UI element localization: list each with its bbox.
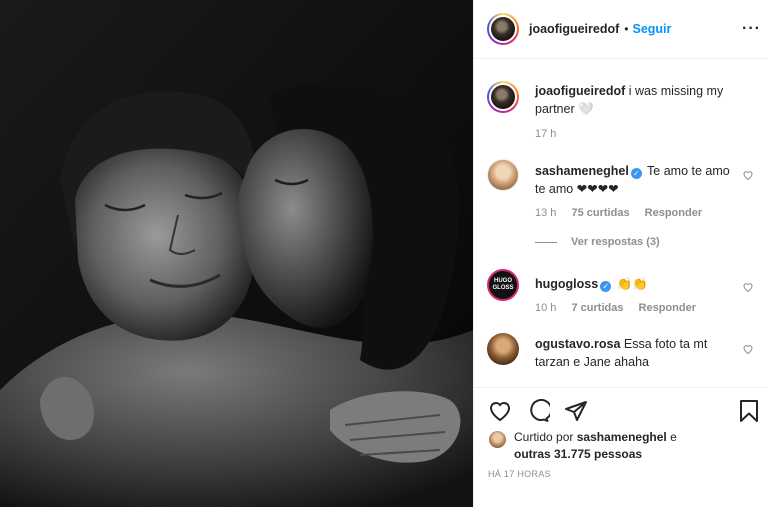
comment-time[interactable]: 10 h: [535, 302, 556, 314]
comment-body: hugogloss ✓ 👏👏: [535, 275, 739, 293]
commenter-avatar[interactable]: HUGO GLOSS: [487, 269, 519, 301]
likes-others[interactable]: outras 31.775 pessoas: [514, 447, 642, 461]
commenter-avatar[interactable]: [487, 159, 519, 191]
comments-list: joaofigueiredof i was missing my partner…: [474, 60, 768, 386]
comment-meta: 13 h 75 curtidas Responder: [535, 207, 714, 219]
comment-username[interactable]: hugogloss: [535, 277, 598, 291]
caption-meta: 17 h: [535, 128, 568, 140]
like-comment-heart-icon[interactable]: [742, 281, 754, 293]
separator-dot: •: [624, 22, 629, 36]
post-timestamp[interactable]: HÁ 17 HORAS: [488, 469, 551, 479]
post-side-panel: joaofigueiredof • Seguir ··· joaofigueir…: [473, 0, 768, 507]
replies-line: [535, 241, 557, 243]
post-image: [0, 0, 473, 507]
caption-avatar[interactable]: [487, 81, 519, 113]
verified-badge-icon: ✓: [630, 168, 642, 179]
commenter-avatar[interactable]: [487, 333, 519, 365]
caption-body: joaofigueiredof i was missing my partner…: [535, 82, 745, 118]
caption-time[interactable]: 17 h: [535, 128, 556, 140]
likes-text: Curtido por sashameneghel e outras 31.77…: [514, 429, 714, 463]
verified-badge-icon: ✓: [600, 281, 612, 292]
view-replies-button[interactable]: Ver respostas (3): [535, 236, 660, 248]
like-comment-heart-icon[interactable]: [742, 343, 754, 355]
comment-text: 👏👏: [616, 277, 648, 291]
reply-button[interactable]: Responder: [645, 207, 702, 219]
more-options-icon[interactable]: ···: [742, 20, 761, 38]
comment-username[interactable]: sashameneghel: [535, 164, 629, 178]
comment-body: sashameneghel ✓ Te amo te amo te amo ❤❤❤❤: [535, 162, 739, 198]
author-avatar[interactable]: [487, 13, 519, 45]
comment-likes[interactable]: 7 curtidas: [571, 302, 623, 314]
comment-username[interactable]: ogustavo.rosa: [535, 337, 620, 351]
likes-suffix: e: [670, 430, 677, 444]
post-photo[interactable]: [0, 0, 473, 507]
likes-prefix: Curtido por: [514, 430, 574, 444]
caption-username[interactable]: joaofigueiredof: [535, 84, 625, 98]
instagram-post-view: joaofigueiredof • Seguir ··· joaofigueir…: [0, 0, 768, 507]
post-header: joaofigueiredof • Seguir ···: [474, 0, 768, 59]
share-direct-icon[interactable]: [564, 399, 588, 423]
like-heart-icon[interactable]: [488, 399, 512, 423]
post-actions: Curtido por sashameneghel e outras 31.77…: [474, 387, 768, 507]
comment-likes[interactable]: 75 curtidas: [571, 207, 629, 219]
view-replies-label: Ver respostas (3): [571, 236, 660, 248]
hugogloss-logo: HUGO GLOSS: [492, 278, 514, 291]
comment-meta: 10 h 7 curtidas Responder: [535, 302, 708, 314]
like-comment-heart-icon[interactable]: [742, 169, 754, 181]
likes-summary: Curtido por sashameneghel e outras 31.77…: [488, 429, 714, 463]
action-icons: [488, 399, 588, 423]
author-username[interactable]: joaofigueiredof: [529, 22, 619, 36]
comment-body: ogustavo.rosa Essa foto ta mt tarzan e J…: [535, 335, 739, 371]
save-bookmark-icon[interactable]: [737, 399, 761, 423]
liker-avatar[interactable]: [488, 430, 507, 449]
liker-username[interactable]: sashameneghel: [577, 430, 667, 444]
comment-time[interactable]: 13 h: [535, 207, 556, 219]
reply-button[interactable]: Responder: [639, 302, 696, 314]
follow-button[interactable]: Seguir: [632, 22, 671, 36]
comment-bubble-icon[interactable]: [526, 399, 550, 423]
